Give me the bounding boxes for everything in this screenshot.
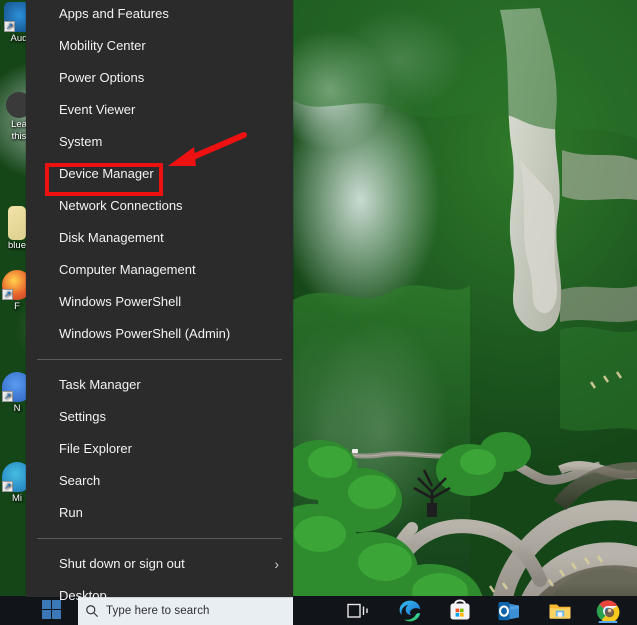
desktop-icon-label: blue (8, 240, 26, 251)
menu-item-apps-and-features[interactable]: Apps and Features (26, 0, 293, 30)
desktop-icon-label: N (13, 403, 21, 414)
menu-separator (37, 359, 282, 360)
menu-item-computer-management[interactable]: Computer Management (26, 254, 293, 286)
shortcut-arrow-icon: ↗ (2, 391, 13, 402)
chevron-right-icon: › (274, 556, 279, 572)
menu-item-settings[interactable]: Settings (26, 401, 293, 433)
bluestacks-icon (8, 206, 26, 240)
menu-item-label: Shut down or sign out (59, 556, 185, 571)
microsoft-store-button[interactable] (448, 599, 472, 623)
menu-item-event-viewer[interactable]: Event Viewer (26, 94, 293, 126)
menu-item-device-manager[interactable]: Device Manager (26, 158, 293, 190)
menu-item-disk-management[interactable]: Disk Management (26, 222, 293, 254)
shortcut-arrow-icon: ↗ (4, 21, 15, 32)
menu-separator (37, 538, 282, 539)
task-view-button[interactable] (345, 599, 371, 622)
menu-item-desktop[interactable]: Desktop (26, 580, 293, 612)
menu-item-power-options[interactable]: Power Options (26, 62, 293, 94)
menu-item-mobility-center[interactable]: Mobility Center (26, 30, 293, 62)
desktop-icon-label: Aud (10, 33, 28, 44)
menu-item-task-manager[interactable]: Task Manager (26, 369, 293, 401)
outlook-button[interactable] (497, 599, 521, 623)
desktop-icon-label: F (14, 301, 20, 312)
microsoft-edge-button[interactable] (398, 599, 422, 623)
running-indicator (598, 621, 618, 623)
menu-item-run[interactable]: Run (26, 497, 293, 529)
menu-item-network-connections[interactable]: Network Connections (26, 190, 293, 222)
menu-item-windows-powershell[interactable]: Windows PowerShell (26, 286, 293, 318)
file-explorer-button[interactable] (548, 599, 572, 623)
shortcut-arrow-icon: ↗ (2, 481, 13, 492)
google-chrome-button[interactable] (596, 599, 620, 623)
menu-item-search[interactable]: Search (26, 465, 293, 497)
shortcut-arrow-icon: ↗ (2, 289, 13, 300)
power-user-menu: Apps and Features Mobility Center Power … (26, 0, 293, 603)
desktop-icon-label: Mi (11, 493, 23, 504)
menu-item-system[interactable]: System (26, 126, 293, 158)
menu-item-file-explorer[interactable]: File Explorer (26, 433, 293, 465)
desktop-icon-label: Lea this (11, 119, 27, 142)
menu-item-shut-down-or-sign-out[interactable]: Shut down or sign out › (26, 548, 293, 580)
menu-item-windows-powershell-admin[interactable]: Windows PowerShell (Admin) (26, 318, 293, 350)
